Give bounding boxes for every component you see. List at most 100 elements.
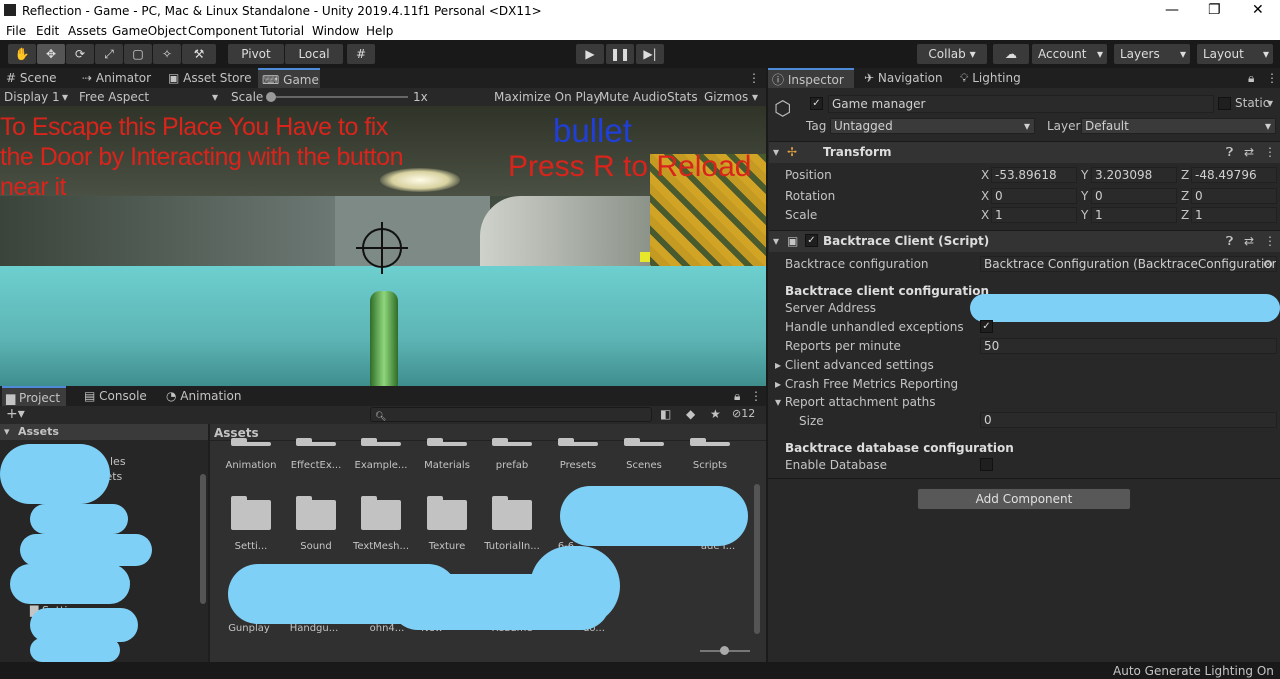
step-button[interactable]: ▶| bbox=[636, 44, 664, 64]
chevron-down-icon[interactable]: ▾ bbox=[1267, 96, 1273, 110]
menu-gameobject[interactable]: GameObject bbox=[112, 24, 187, 38]
close-button[interactable]: ✕ bbox=[1252, 2, 1264, 18]
hidden-packages-toggle[interactable]: ⊘12 bbox=[732, 407, 755, 420]
move-tool-icon[interactable]: ✥ bbox=[37, 44, 65, 64]
position-x-field[interactable]: -53.89618 bbox=[991, 167, 1077, 183]
gizmos-dropdown[interactable]: Gizmos bbox=[704, 90, 748, 104]
tab-game[interactable]: ⌨ Game bbox=[258, 68, 320, 88]
lock-icon[interactable]: 🔒︎ bbox=[1244, 68, 1258, 88]
tree-expand-icon[interactable]: ▾ bbox=[4, 425, 10, 438]
lock-icon[interactable]: 🔒︎ bbox=[730, 386, 744, 406]
more-options-icon[interactable]: ⋮ bbox=[1262, 68, 1280, 88]
object-name-field[interactable]: Game manager bbox=[828, 95, 1214, 113]
tab-animation[interactable]: ◔ Animation bbox=[162, 386, 245, 406]
asset-label[interactable]: Presets bbox=[546, 460, 610, 471]
menu-edit[interactable]: Edit bbox=[36, 24, 59, 38]
handle-exceptions-checkbox[interactable]: ✓ bbox=[980, 320, 993, 333]
rotate-tool-icon[interactable]: ⟳ bbox=[66, 44, 94, 64]
tab-inspector[interactable]: ⓘ Inspector bbox=[768, 68, 854, 88]
rotation-y-field[interactable]: 0 bbox=[1091, 188, 1177, 204]
rotation-x-field[interactable]: 0 bbox=[991, 188, 1077, 204]
search-by-label-icon[interactable]: ◆ bbox=[686, 407, 695, 421]
grid-snap-icon[interactable]: # bbox=[347, 44, 375, 64]
stats-toggle[interactable]: Stats bbox=[667, 90, 698, 104]
grid-scrollbar[interactable] bbox=[754, 484, 760, 634]
active-checkbox[interactable]: ✓ bbox=[810, 97, 823, 110]
config-object-field[interactable]: Backtrace Configuration (BacktraceConfig… bbox=[980, 256, 1277, 272]
icon-size-handle[interactable] bbox=[720, 646, 729, 655]
enable-database-checkbox[interactable] bbox=[980, 458, 993, 471]
fold-icon[interactable]: ▾ bbox=[773, 234, 779, 248]
tab-console[interactable]: ▤ Console bbox=[80, 386, 151, 406]
tab-animator[interactable]: ⇢ Animator bbox=[78, 68, 155, 88]
collab-button[interactable]: Collab ▾ bbox=[917, 44, 987, 64]
object-picker-icon[interactable]: ⊙ bbox=[1263, 257, 1273, 271]
more-options-icon[interactable]: ⋮ bbox=[1264, 234, 1276, 248]
hand-tool-icon[interactable]: ✋ bbox=[8, 44, 36, 64]
asset-label[interactable]: TextMesh... bbox=[349, 541, 413, 552]
asset-label[interactable]: Gunplay bbox=[217, 623, 281, 634]
asset-label[interactable]: Materials bbox=[415, 460, 479, 471]
help-icon[interactable]: ❓︎ bbox=[1226, 145, 1233, 160]
scale-y-field[interactable]: 1 bbox=[1091, 207, 1177, 223]
asset-label[interactable]: prefab bbox=[480, 460, 544, 471]
preset-icon[interactable]: ⇄ bbox=[1244, 145, 1254, 159]
mute-audio-toggle[interactable]: Mute Audio bbox=[599, 90, 667, 104]
tab-asset-store[interactable]: ▣ Asset Store bbox=[164, 68, 256, 88]
help-icon[interactable]: ❓︎ bbox=[1226, 234, 1233, 249]
asset-label[interactable]: EffectEx... bbox=[284, 460, 348, 471]
layers-dropdown[interactable]: Layers ▾ bbox=[1114, 44, 1190, 64]
crash-free-foldout[interactable]: ▸ Crash Free Metrics Reporting bbox=[775, 377, 958, 391]
asset-label[interactable]: Scripts bbox=[678, 460, 742, 471]
more-options-icon[interactable]: ⋮ bbox=[746, 386, 766, 406]
scale-slider[interactable] bbox=[268, 96, 408, 98]
scale-slider-handle[interactable] bbox=[266, 92, 276, 102]
rotation-z-field[interactable]: 0 bbox=[1191, 188, 1277, 204]
rect-tool-icon[interactable]: ▢ bbox=[124, 44, 152, 64]
asset-label[interactable]: Handgu... bbox=[282, 623, 346, 634]
tree-item-partial[interactable]: les bbox=[110, 455, 126, 468]
asset-label[interactable]: Sound bbox=[284, 541, 348, 552]
custom-tool-icon[interactable]: ⚒ bbox=[182, 44, 216, 64]
scale-tool-icon[interactable]: ⤢ bbox=[95, 44, 123, 64]
asset-label[interactable]: Setti... bbox=[219, 541, 283, 552]
menu-tutorial[interactable]: Tutorial bbox=[260, 24, 304, 38]
fold-icon[interactable]: ▾ bbox=[773, 145, 779, 159]
more-options-icon[interactable]: ⋮ bbox=[1264, 145, 1276, 159]
maximize-button[interactable]: ❐ bbox=[1208, 2, 1221, 18]
account-dropdown[interactable]: Account ▾ bbox=[1032, 44, 1107, 64]
asset-label[interactable]: Scenes bbox=[612, 460, 676, 471]
search-by-type-icon[interactable]: ◧ bbox=[660, 407, 671, 421]
play-button[interactable]: ▶ bbox=[576, 44, 604, 64]
tag-dropdown[interactable]: Untagged ▾ bbox=[830, 118, 1035, 134]
pause-button[interactable]: ❚❚ bbox=[606, 44, 634, 64]
layout-dropdown[interactable]: Layout ▾ bbox=[1197, 44, 1273, 64]
display-dropdown[interactable]: Display 1 bbox=[4, 90, 60, 104]
position-z-field[interactable]: -48.49796 bbox=[1191, 167, 1277, 183]
advanced-settings-foldout[interactable]: ▸ Client advanced settings bbox=[775, 358, 934, 372]
favorite-star-icon[interactable]: ★ bbox=[710, 407, 721, 421]
game-view[interactable]: To Escape this Place You Have to fix the… bbox=[0, 106, 766, 386]
tab-project[interactable]: ▆ Project bbox=[2, 386, 66, 406]
tree-scrollbar[interactable] bbox=[200, 474, 206, 604]
tab-lighting[interactable]: 💡︎ Lighting bbox=[956, 68, 1025, 88]
menu-file[interactable]: File bbox=[6, 24, 26, 38]
position-y-field[interactable]: 3.203098 bbox=[1091, 167, 1177, 183]
component-enabled-checkbox[interactable]: ✓ bbox=[805, 234, 818, 247]
layer-dropdown[interactable]: Default ▾ bbox=[1081, 118, 1276, 134]
menu-assets[interactable]: Assets bbox=[68, 24, 107, 38]
maximize-on-play-toggle[interactable]: Maximize On Play bbox=[494, 90, 601, 104]
menu-component[interactable]: Component bbox=[188, 24, 258, 38]
reports-per-minute-field[interactable]: 50 bbox=[980, 338, 1277, 354]
scale-z-field[interactable]: 1 bbox=[1191, 207, 1277, 223]
more-options-icon[interactable]: ⋮ bbox=[744, 68, 764, 88]
asset-label[interactable]: Example... bbox=[349, 460, 413, 471]
menu-window[interactable]: Window bbox=[312, 24, 359, 38]
menu-help[interactable]: Help bbox=[366, 24, 393, 38]
size-field[interactable]: 0 bbox=[980, 412, 1277, 428]
add-component-button[interactable]: Add Component bbox=[917, 488, 1131, 510]
transform-tool-icon[interactable]: ✧ bbox=[153, 44, 181, 64]
preset-icon[interactable]: ⇄ bbox=[1244, 234, 1254, 248]
pivot-button[interactable]: Pivot bbox=[228, 44, 284, 64]
minimize-button[interactable]: — bbox=[1165, 2, 1179, 18]
